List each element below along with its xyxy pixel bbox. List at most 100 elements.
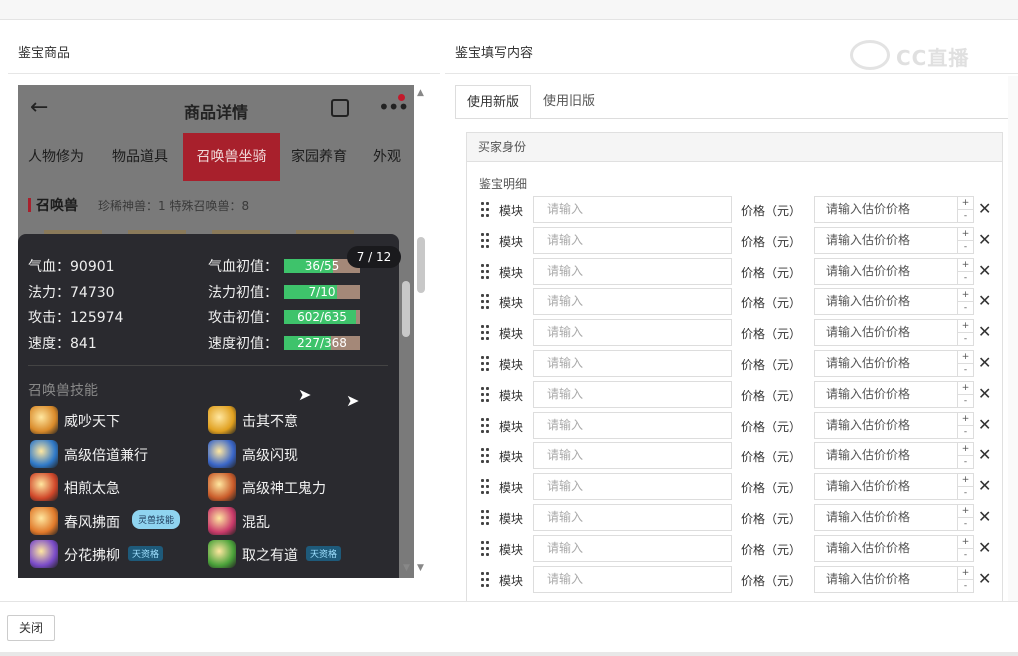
skill-icon xyxy=(208,440,236,468)
price-stepper[interactable]: + - xyxy=(958,565,974,593)
stat-label: 速度初值： xyxy=(208,336,278,352)
module-input[interactable]: 请输入 xyxy=(533,442,732,470)
remove-row-icon[interactable]: ✕ xyxy=(978,507,991,526)
price-input[interactable]: 请输入估价价格 xyxy=(814,196,958,223)
tab-old-version[interactable]: 使用旧版 xyxy=(532,85,606,119)
close-button[interactable]: 关闭 xyxy=(7,615,55,641)
drag-handle-icon[interactable] xyxy=(481,202,491,218)
drag-handle-icon[interactable] xyxy=(481,263,491,280)
module-input[interactable]: 请输入 xyxy=(533,380,732,408)
remove-row-icon[interactable]: ✕ xyxy=(978,445,991,464)
module-input[interactable]: 请输入 xyxy=(533,565,732,593)
plus-icon: + xyxy=(958,567,973,580)
remove-row-icon[interactable]: ✕ xyxy=(978,230,991,249)
price-stepper[interactable]: + - xyxy=(958,411,974,439)
price-input[interactable]: 请输入估价价格 xyxy=(814,288,958,316)
remove-row-icon[interactable]: ✕ xyxy=(978,569,991,588)
price-label: 价格（元） xyxy=(741,327,802,342)
page-scrollbar[interactable] xyxy=(1008,76,1018,601)
minus-icon: - xyxy=(963,241,968,252)
price-input[interactable]: 请输入估价价格 xyxy=(814,504,958,531)
module-input[interactable]: 请输入 xyxy=(533,257,732,285)
image-counter: 7 / 12 xyxy=(347,246,401,268)
price-input[interactable]: 请输入估价价格 xyxy=(814,565,958,593)
price-input[interactable]: 请输入估价价格 xyxy=(814,473,958,501)
detail-row: 模块 请输入 价格（元） 请输入估价价格 + - ✕ xyxy=(481,504,1001,532)
module-input[interactable]: 请输入 xyxy=(533,226,732,254)
module-input[interactable]: 请输入 xyxy=(533,350,732,377)
module-input[interactable]: 请输入 xyxy=(533,288,732,316)
remove-row-icon[interactable]: ✕ xyxy=(978,261,991,280)
module-input[interactable]: 请输入 xyxy=(533,473,732,501)
minus-icon: - xyxy=(963,457,968,468)
price-stepper[interactable]: + - xyxy=(958,380,974,408)
drag-handle-icon[interactable] xyxy=(481,540,491,557)
scroll-down-icon[interactable]: ▼ xyxy=(417,563,424,573)
detail-row: 模块 请输入 价格（元） 请输入估价价格 + - ✕ xyxy=(481,196,1001,224)
module-input[interactable]: 请输入 xyxy=(533,319,732,347)
stat-speed: 速度：841 xyxy=(28,336,97,352)
remove-row-icon[interactable]: ✕ xyxy=(978,476,991,495)
remove-row-icon[interactable]: ✕ xyxy=(978,538,991,557)
price-stepper[interactable]: + - xyxy=(958,196,974,223)
drag-handle-icon[interactable] xyxy=(481,448,491,464)
drag-handle-icon[interactable] xyxy=(481,510,491,526)
price-stepper[interactable]: + - xyxy=(958,257,974,285)
price-stepper[interactable]: + - xyxy=(958,534,974,562)
module-label: 模块 xyxy=(499,388,524,403)
price-input[interactable]: 请输入估价价格 xyxy=(814,257,958,285)
remove-row-icon[interactable]: ✕ xyxy=(978,291,991,310)
product-screenshot: ← 商品详情 ••• 人物修为 物品道具 召唤兽坐骑 家园养育 外观 召唤兽 珍… xyxy=(18,85,414,578)
remove-row-icon[interactable]: ✕ xyxy=(978,415,991,434)
tab-new-version[interactable]: 使用新版 xyxy=(455,85,532,119)
module-input[interactable]: 请输入 xyxy=(533,196,732,223)
price-stepper[interactable]: + - xyxy=(958,226,974,254)
detail-row: 模块 请输入 价格（元） 请输入估价价格 + - ✕ xyxy=(481,288,1001,316)
price-input[interactable]: 请输入估价价格 xyxy=(814,350,958,377)
drag-handle-icon[interactable] xyxy=(481,571,491,588)
price-stepper[interactable]: + - xyxy=(958,288,974,316)
buyer-panel: 买家身份 鉴宝明细 模块 请输入 价格（元） 请输入估价价格 + - ✕ 模块 请输入 价格（元）… xyxy=(466,132,1003,602)
price-input[interactable]: 请输入估价价格 xyxy=(814,319,958,347)
price-input[interactable]: 请输入估价价格 xyxy=(814,411,958,439)
detail-row: 模块 请输入 价格（元） 请输入估价价格 + - ✕ xyxy=(481,257,1001,286)
price-stepper[interactable]: + - xyxy=(958,442,974,470)
drag-handle-icon[interactable] xyxy=(481,479,491,495)
drag-handle-icon[interactable] xyxy=(481,417,491,434)
minus-icon: - xyxy=(963,395,968,406)
divider xyxy=(0,652,1018,656)
price-stepper[interactable]: + - xyxy=(958,350,974,377)
price-stepper[interactable]: + - xyxy=(958,319,974,347)
price-input[interactable]: 请输入估价价格 xyxy=(814,534,958,562)
drag-handle-icon[interactable] xyxy=(481,386,491,403)
drag-handle-icon[interactable] xyxy=(481,232,491,249)
scroll-up-icon[interactable]: ▲ xyxy=(417,88,424,98)
drag-handle-icon[interactable] xyxy=(481,294,491,310)
price-input[interactable]: 请输入估价价格 xyxy=(814,380,958,408)
preview-scrollbar[interactable]: ▲ ▼ ▼ xyxy=(403,84,425,578)
plus-icon: + xyxy=(958,228,973,241)
module-input[interactable]: 请输入 xyxy=(533,504,732,531)
skill-icon xyxy=(208,406,236,434)
remove-row-icon[interactable]: ✕ xyxy=(978,384,991,403)
skill-icon xyxy=(208,540,236,568)
price-label: 价格（元） xyxy=(741,450,802,465)
remove-row-icon[interactable]: ✕ xyxy=(978,322,991,341)
remove-row-icon[interactable]: ✕ xyxy=(978,353,991,372)
price-label: 价格（元） xyxy=(741,388,802,403)
price-stepper[interactable]: + - xyxy=(958,473,974,501)
drag-handle-icon[interactable] xyxy=(481,325,491,341)
price-stepper[interactable]: + - xyxy=(958,504,974,531)
price-input[interactable]: 请输入估价价格 xyxy=(814,442,958,470)
price-input[interactable]: 请输入估价价格 xyxy=(814,226,958,254)
scroll-down-icon[interactable]: ▼ xyxy=(403,563,410,573)
module-label: 模块 xyxy=(499,204,524,218)
detail-row: 模块 请输入 价格（元） 请输入估价价格 + - ✕ xyxy=(481,319,1001,347)
module-input[interactable]: 请输入 xyxy=(533,411,732,439)
module-input[interactable]: 请输入 xyxy=(533,534,732,562)
detail-row: 模块 请输入 价格（元） 请输入估价价格 + - ✕ xyxy=(481,534,1001,563)
skill-icon xyxy=(30,507,58,535)
drag-handle-icon[interactable] xyxy=(481,356,491,372)
divider xyxy=(28,365,388,366)
remove-row-icon[interactable]: ✕ xyxy=(978,199,991,218)
